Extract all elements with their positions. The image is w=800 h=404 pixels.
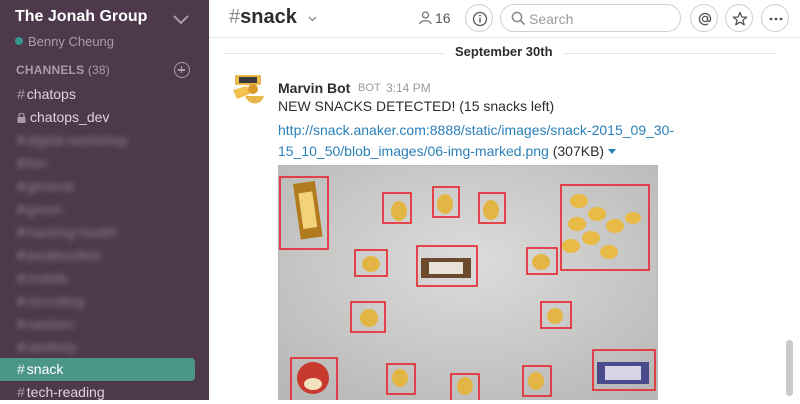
chevron-down-icon[interactable]	[172, 14, 190, 26]
sidebar-item-snack[interactable]: # snack	[0, 358, 195, 381]
star-icon	[732, 11, 748, 26]
channel-label: hacking-health	[26, 224, 118, 240]
channels-header[interactable]: CHANNELS (38)	[16, 63, 110, 77]
member-count[interactable]: 16	[419, 10, 451, 26]
link-line-2[interactable]: 15_10_50/blob_images/06-img-marked.png	[278, 143, 549, 159]
channel-label: recruiting	[26, 293, 85, 309]
member-icon	[419, 11, 432, 25]
bot-avatar-icon[interactable]	[231, 72, 269, 110]
member-count-value: 16	[435, 10, 451, 26]
info-button[interactable]	[465, 4, 493, 32]
sidebar-item-blurred[interactable]: # recruiting	[0, 290, 195, 313]
sidebar-item-chatops-dev[interactable]: chatops_dev	[0, 106, 195, 129]
more-icon	[769, 17, 783, 21]
detection-image-content	[279, 166, 657, 400]
day-divider: September 30th	[209, 44, 785, 62]
sidebar: The Jonah Group Benny Cheung CHANNELS (3…	[0, 0, 209, 400]
channels-header-label: CHANNELS	[16, 63, 85, 77]
sidebar-item-blurred[interactable]: # general	[0, 175, 195, 198]
caret-down-icon[interactable]	[608, 149, 617, 154]
info-icon	[472, 11, 488, 27]
message-text: NEW SNACKS DETECTED! (15 snacks left)	[278, 98, 555, 114]
search-box[interactable]	[500, 4, 681, 32]
sidebar-item-tech-reading[interactable]: # tech-reading	[0, 381, 195, 404]
file-size: (307KB)	[552, 143, 605, 159]
sidebar-item-chatops[interactable]: # chatops	[0, 83, 195, 106]
link-line-1[interactable]: http://snack.anaker.com:8888/static/imag…	[278, 122, 674, 138]
presence-dot-icon	[15, 37, 23, 45]
bot-badge: BOT	[358, 82, 381, 94]
attachment-link[interactable]: http://snack.anaker.com:8888/static/imag…	[278, 120, 698, 162]
team-name[interactable]: The Jonah Group	[15, 8, 147, 26]
scrollbar[interactable]	[786, 340, 793, 396]
search-icon	[511, 11, 526, 26]
snack-detection-image[interactable]	[278, 165, 658, 400]
channel-label: chatops_dev	[30, 109, 110, 125]
search-input[interactable]	[529, 10, 669, 27]
starred-button[interactable]	[725, 4, 753, 32]
sidebar-item-blurred[interactable]: # green	[0, 198, 195, 221]
chevron-down-icon[interactable]	[308, 16, 317, 22]
at-icon	[698, 12, 712, 26]
channel-title[interactable]: #snack	[229, 6, 297, 29]
channel-label: sitefinity	[26, 339, 78, 355]
sidebar-item-blurred[interactable]: # random	[0, 313, 195, 336]
channel-label: chatops	[26, 86, 76, 102]
user-name: Benny Cheung	[28, 34, 115, 49]
sidebar-item-blurred[interactable]: # fun	[0, 152, 195, 175]
more-button[interactable]	[761, 4, 789, 32]
sidebar-item-blurred[interactable]: # hacking-health	[0, 221, 195, 244]
sidebar-item-blurred[interactable]: # mobile	[0, 267, 195, 290]
plus-circle-icon[interactable]	[174, 62, 190, 78]
mentions-button[interactable]	[690, 4, 718, 32]
channel-label: snack	[26, 361, 64, 377]
lock-icon	[17, 113, 26, 123]
channel-title-text: snack	[240, 6, 297, 28]
sidebar-item-blurred[interactable]: # sitefinity	[0, 336, 195, 359]
day-divider-label: September 30th	[445, 44, 563, 59]
channel-label: javaboutlets	[26, 247, 102, 263]
channels-count: (38)	[87, 63, 110, 77]
channel-label: fun	[26, 155, 47, 171]
channel-label: tech-reading	[26, 384, 105, 400]
channel-label: green	[26, 201, 63, 217]
channel-label: random	[26, 316, 75, 332]
channel-label: mobile	[26, 270, 69, 286]
sidebar-item-blurred[interactable]: # digital-workshop	[0, 129, 195, 152]
user-presence[interactable]: Benny Cheung	[15, 34, 114, 49]
sidebar-item-blurred[interactable]: # javaboutlets	[0, 244, 195, 267]
message-sender[interactable]: Marvin Bot	[278, 80, 350, 96]
channel-label: general	[26, 178, 74, 194]
message-timestamp[interactable]: 3:14 PM	[386, 81, 431, 95]
channel-header: #snack 16	[209, 0, 800, 38]
message-pane: September 30th Marvin Bot BOT 3:14 PM NE…	[209, 38, 785, 400]
channel-label: digital-workshop	[26, 132, 128, 148]
